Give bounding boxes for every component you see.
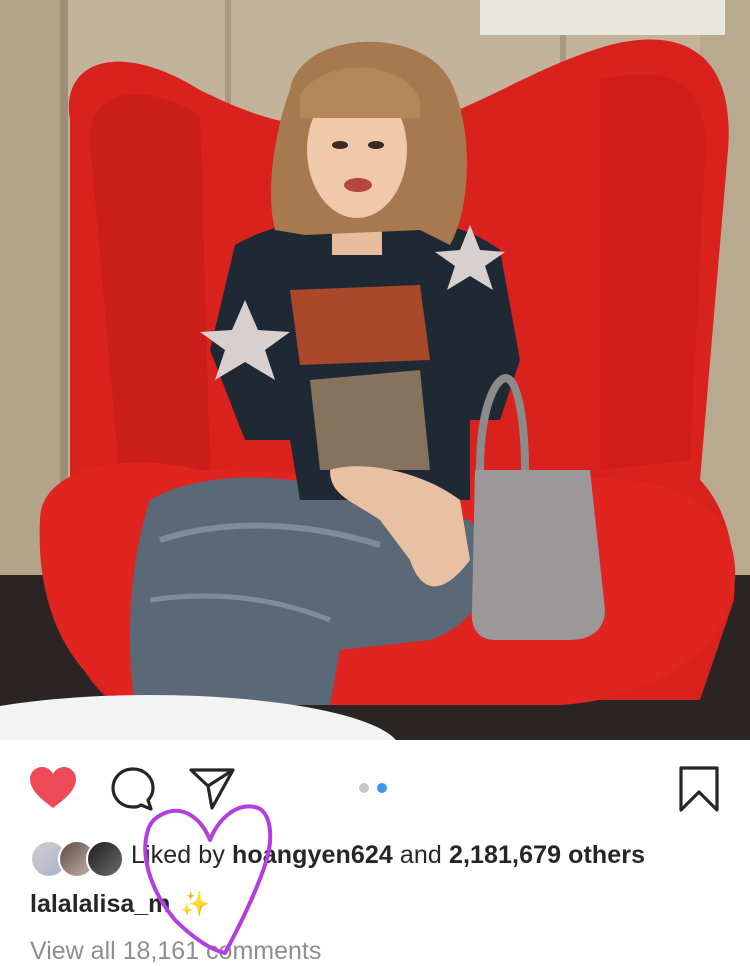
sparkles-icon: ✨ bbox=[180, 891, 211, 918]
bookmark-icon[interactable] bbox=[678, 765, 720, 813]
liked-by-middle: and bbox=[392, 841, 449, 869]
likes-row[interactable]: Liked by hoangyen624 and 2,181,679 other… bbox=[0, 832, 750, 882]
liker-username[interactable]: hoangyen624 bbox=[232, 841, 393, 869]
caption-username[interactable]: lalalalisa_m bbox=[30, 890, 170, 918]
post-action-bar bbox=[0, 740, 750, 832]
comment-icon[interactable] bbox=[110, 766, 156, 812]
avatar bbox=[86, 840, 124, 878]
like-count[interactable]: 2,181,679 others bbox=[449, 841, 645, 869]
post-photo-illustration bbox=[0, 0, 750, 740]
view-all-comments-link[interactable]: View all 18,161 comments bbox=[30, 937, 321, 966]
liked-by-text: Liked by hoangyen624 and 2,181,679 other… bbox=[131, 841, 645, 870]
heart-icon[interactable] bbox=[28, 766, 78, 810]
carousel-dot bbox=[359, 783, 369, 793]
liker-avatars bbox=[30, 840, 124, 878]
liked-by-prefix: Liked by bbox=[131, 841, 232, 869]
caption: lalalalisa_m ✨ bbox=[30, 890, 210, 919]
post-photo[interactable] bbox=[0, 0, 750, 740]
carousel-dot-active bbox=[377, 783, 387, 793]
send-icon[interactable] bbox=[188, 766, 236, 810]
